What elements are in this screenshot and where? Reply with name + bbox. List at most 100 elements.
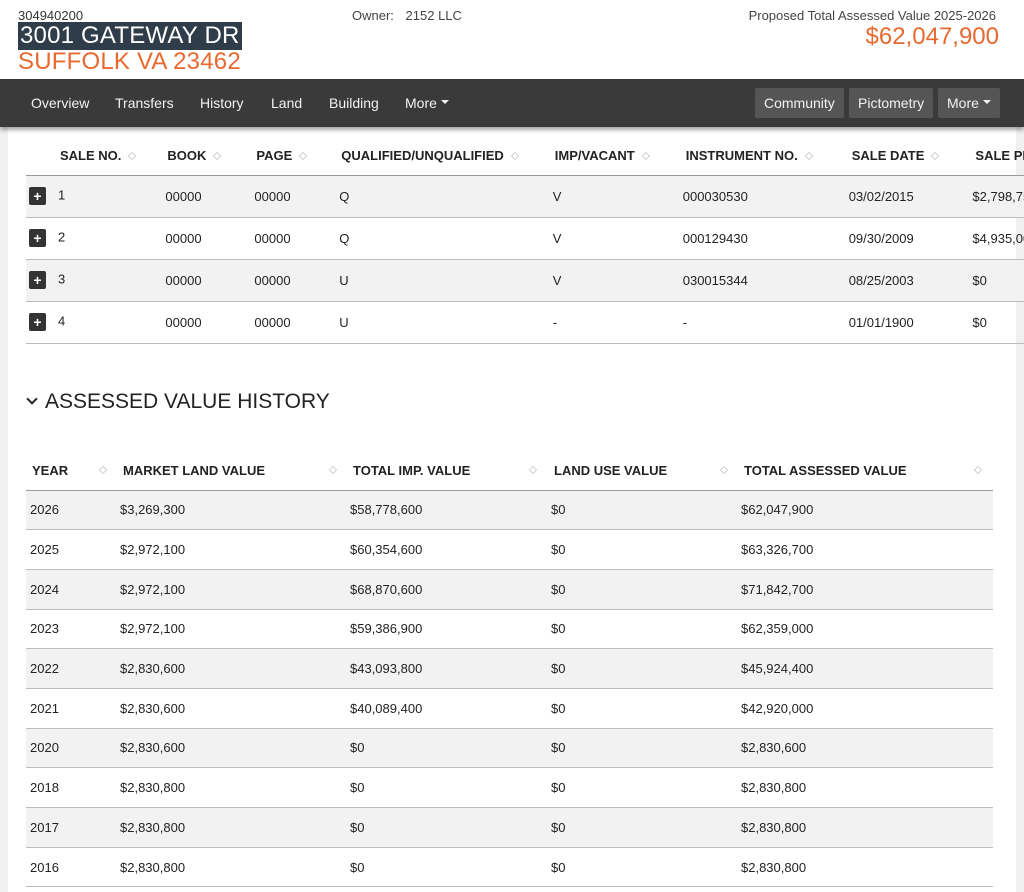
table-cell: 2025	[26, 529, 118, 570]
table-cell: $62,047,900	[739, 490, 993, 531]
community-button[interactable]: Community	[755, 88, 844, 118]
col-label: QUALIFIED/UNQUALIFIED	[341, 148, 504, 164]
table-cell: 00000	[135, 175, 221, 218]
nav-building[interactable]: Building	[329, 79, 379, 127]
table-row: +1 00000 00000 Q V 000030530 03/02/2015 …	[26, 175, 1024, 218]
nav-more-dropdown[interactable]: More	[405, 79, 449, 127]
col-book[interactable]: BOOK	[135, 137, 222, 176]
col-page[interactable]: PAGE	[220, 137, 308, 176]
pictometry-button[interactable]: Pictometry	[849, 88, 934, 118]
table-cell: $2,830,600	[118, 648, 348, 689]
sale-no-cell: +3	[26, 259, 136, 302]
col-total-assessed-value[interactable]: TOTAL ASSESSED VALUE	[739, 452, 993, 491]
col-label: MARKET LAND VALUE	[123, 463, 266, 479]
cell-text: 2	[58, 229, 66, 245]
table-cell: $71,842,700	[739, 569, 993, 610]
section-title: ASSESSED VALUE HISTORY	[45, 390, 330, 413]
table-row: 2026 $3,269,300 $58,778,600 $0 $62,047,900	[26, 490, 993, 531]
col-instrument-no[interactable]: INSTRUMENT NO.	[648, 137, 813, 176]
table-cell: U	[306, 259, 518, 302]
sale-no-cell: +4	[26, 301, 136, 344]
sort-icon	[328, 465, 338, 474]
col-market-land-value[interactable]: MARKET LAND VALUE	[118, 452, 348, 491]
col-sale-no[interactable]: SALE NO.	[26, 137, 137, 176]
nav-overview[interactable]: Overview	[31, 79, 89, 127]
right-more-dropdown[interactable]: More	[938, 88, 1000, 118]
table-cell: $0	[348, 728, 548, 769]
expand-plus-icon[interactable]: +	[29, 187, 46, 205]
property-header: 304940200 3001 GATEWAY DR SUFFOLK VA 234…	[0, 0, 1024, 79]
sale-no-cell: +2	[26, 217, 136, 260]
table-row: 2020 $2,830,600 $0 $0 $2,830,600	[26, 728, 993, 769]
col-label: SALE NO.	[60, 148, 122, 164]
table-cell: $0	[548, 847, 739, 888]
table-cell: U	[306, 301, 518, 344]
table-cell: V	[517, 217, 649, 260]
cell-text: 1	[58, 187, 66, 203]
col-label: SALE PRICE	[975, 148, 1024, 164]
table-cell: $2,830,800	[118, 767, 348, 808]
table-cell: 000129430	[648, 217, 812, 260]
table-cell: $0	[348, 807, 548, 848]
col-year[interactable]: YEAR	[26, 452, 118, 491]
table-cell: 2016	[26, 847, 118, 888]
table-cell: 09/30/2009	[811, 217, 939, 260]
sale-no-cell: +1	[26, 175, 136, 218]
assessed-value-history-table: YEAR MARKET LAND VALUE TOTAL IMP. VALUE …	[26, 452, 993, 888]
table-row: 2025 $2,972,100 $60,354,600 $0 $63,326,700	[26, 529, 993, 570]
nav-history[interactable]: History	[200, 79, 244, 127]
table-cell: Q	[306, 217, 518, 260]
table-cell: $0	[348, 847, 548, 888]
assessed-value-history-toggle[interactable]: ASSESSED VALUE HISTORY	[26, 388, 330, 416]
col-total-imp-value[interactable]: TOTAL IMP. VALUE	[348, 452, 548, 491]
table-row: 2017 $2,830,800 $0 $0 $2,830,800	[26, 807, 993, 848]
table-cell: 00000	[135, 259, 221, 302]
transfers-header-row: SALE NO. BOOK PAGE QUALIFIED/UNQUALIFIED…	[26, 137, 1024, 176]
expand-plus-icon[interactable]: +	[29, 313, 46, 331]
table-cell: $0	[938, 259, 1024, 302]
table-cell: 08/25/2003	[811, 259, 939, 302]
cell-text: 4	[58, 313, 66, 329]
parcel-id: 304940200	[18, 8, 84, 23]
table-row: 2023 $2,972,100 $59,386,900 $0 $62,359,000	[26, 609, 993, 650]
sort-icon	[973, 465, 983, 474]
table-cell: $0	[938, 301, 1024, 344]
col-label: PAGE	[256, 148, 293, 164]
table-cell: $40,089,400	[348, 688, 548, 729]
cell-text: 3	[58, 271, 66, 287]
expand-plus-icon[interactable]: +	[29, 271, 46, 289]
table-cell: $43,093,800	[348, 648, 548, 689]
table-cell: 00000	[135, 301, 221, 344]
table-row: +3 00000 00000 U V 030015344 08/25/2003 …	[26, 259, 1024, 302]
table-cell: $45,924,400	[739, 648, 993, 689]
table-cell: 00000	[220, 175, 307, 218]
col-qualified[interactable]: QUALIFIED/UNQUALIFIED	[306, 137, 520, 176]
table-cell: $0	[548, 728, 739, 769]
sort-icon	[98, 465, 108, 474]
nav-transfers[interactable]: Transfers	[115, 79, 174, 127]
col-land-use-value[interactable]: LAND USE VALUE	[548, 452, 739, 491]
table-cell: $58,778,600	[348, 490, 548, 531]
chevron-down-icon	[26, 393, 38, 405]
address-line-1: 3001 GATEWAY DR	[18, 22, 242, 50]
table-cell: 00000	[220, 259, 307, 302]
col-sale-date[interactable]: SALE DATE	[811, 137, 940, 176]
proposed-value-label: Proposed Total Assessed Value 2025-2026	[748, 8, 996, 23]
table-cell: $0	[548, 529, 739, 570]
table-row: 2016 $2,830,800 $0 $0 $2,830,800	[26, 847, 993, 888]
table-cell: $2,830,800	[118, 847, 348, 888]
col-sale-price[interactable]: SALE PRICE	[938, 137, 1024, 176]
table-cell: $2,830,800	[739, 807, 993, 848]
nav-land[interactable]: Land	[271, 79, 302, 127]
col-label: YEAR	[32, 463, 69, 479]
table-cell: 2018	[26, 767, 118, 808]
expand-plus-icon[interactable]: +	[29, 229, 46, 247]
col-label: BOOK	[167, 148, 207, 164]
col-imp-vacant[interactable]: IMP/VACANT	[517, 137, 650, 176]
table-row: 2024 $2,972,100 $68,870,600 $0 $71,842,700	[26, 569, 993, 610]
table-cell: -	[648, 301, 812, 344]
table-cell: $0	[548, 490, 739, 531]
table-cell: $4,935,000	[938, 217, 1024, 260]
table-cell: 2017	[26, 807, 118, 848]
proposed-value: $62,047,900	[865, 23, 999, 50]
